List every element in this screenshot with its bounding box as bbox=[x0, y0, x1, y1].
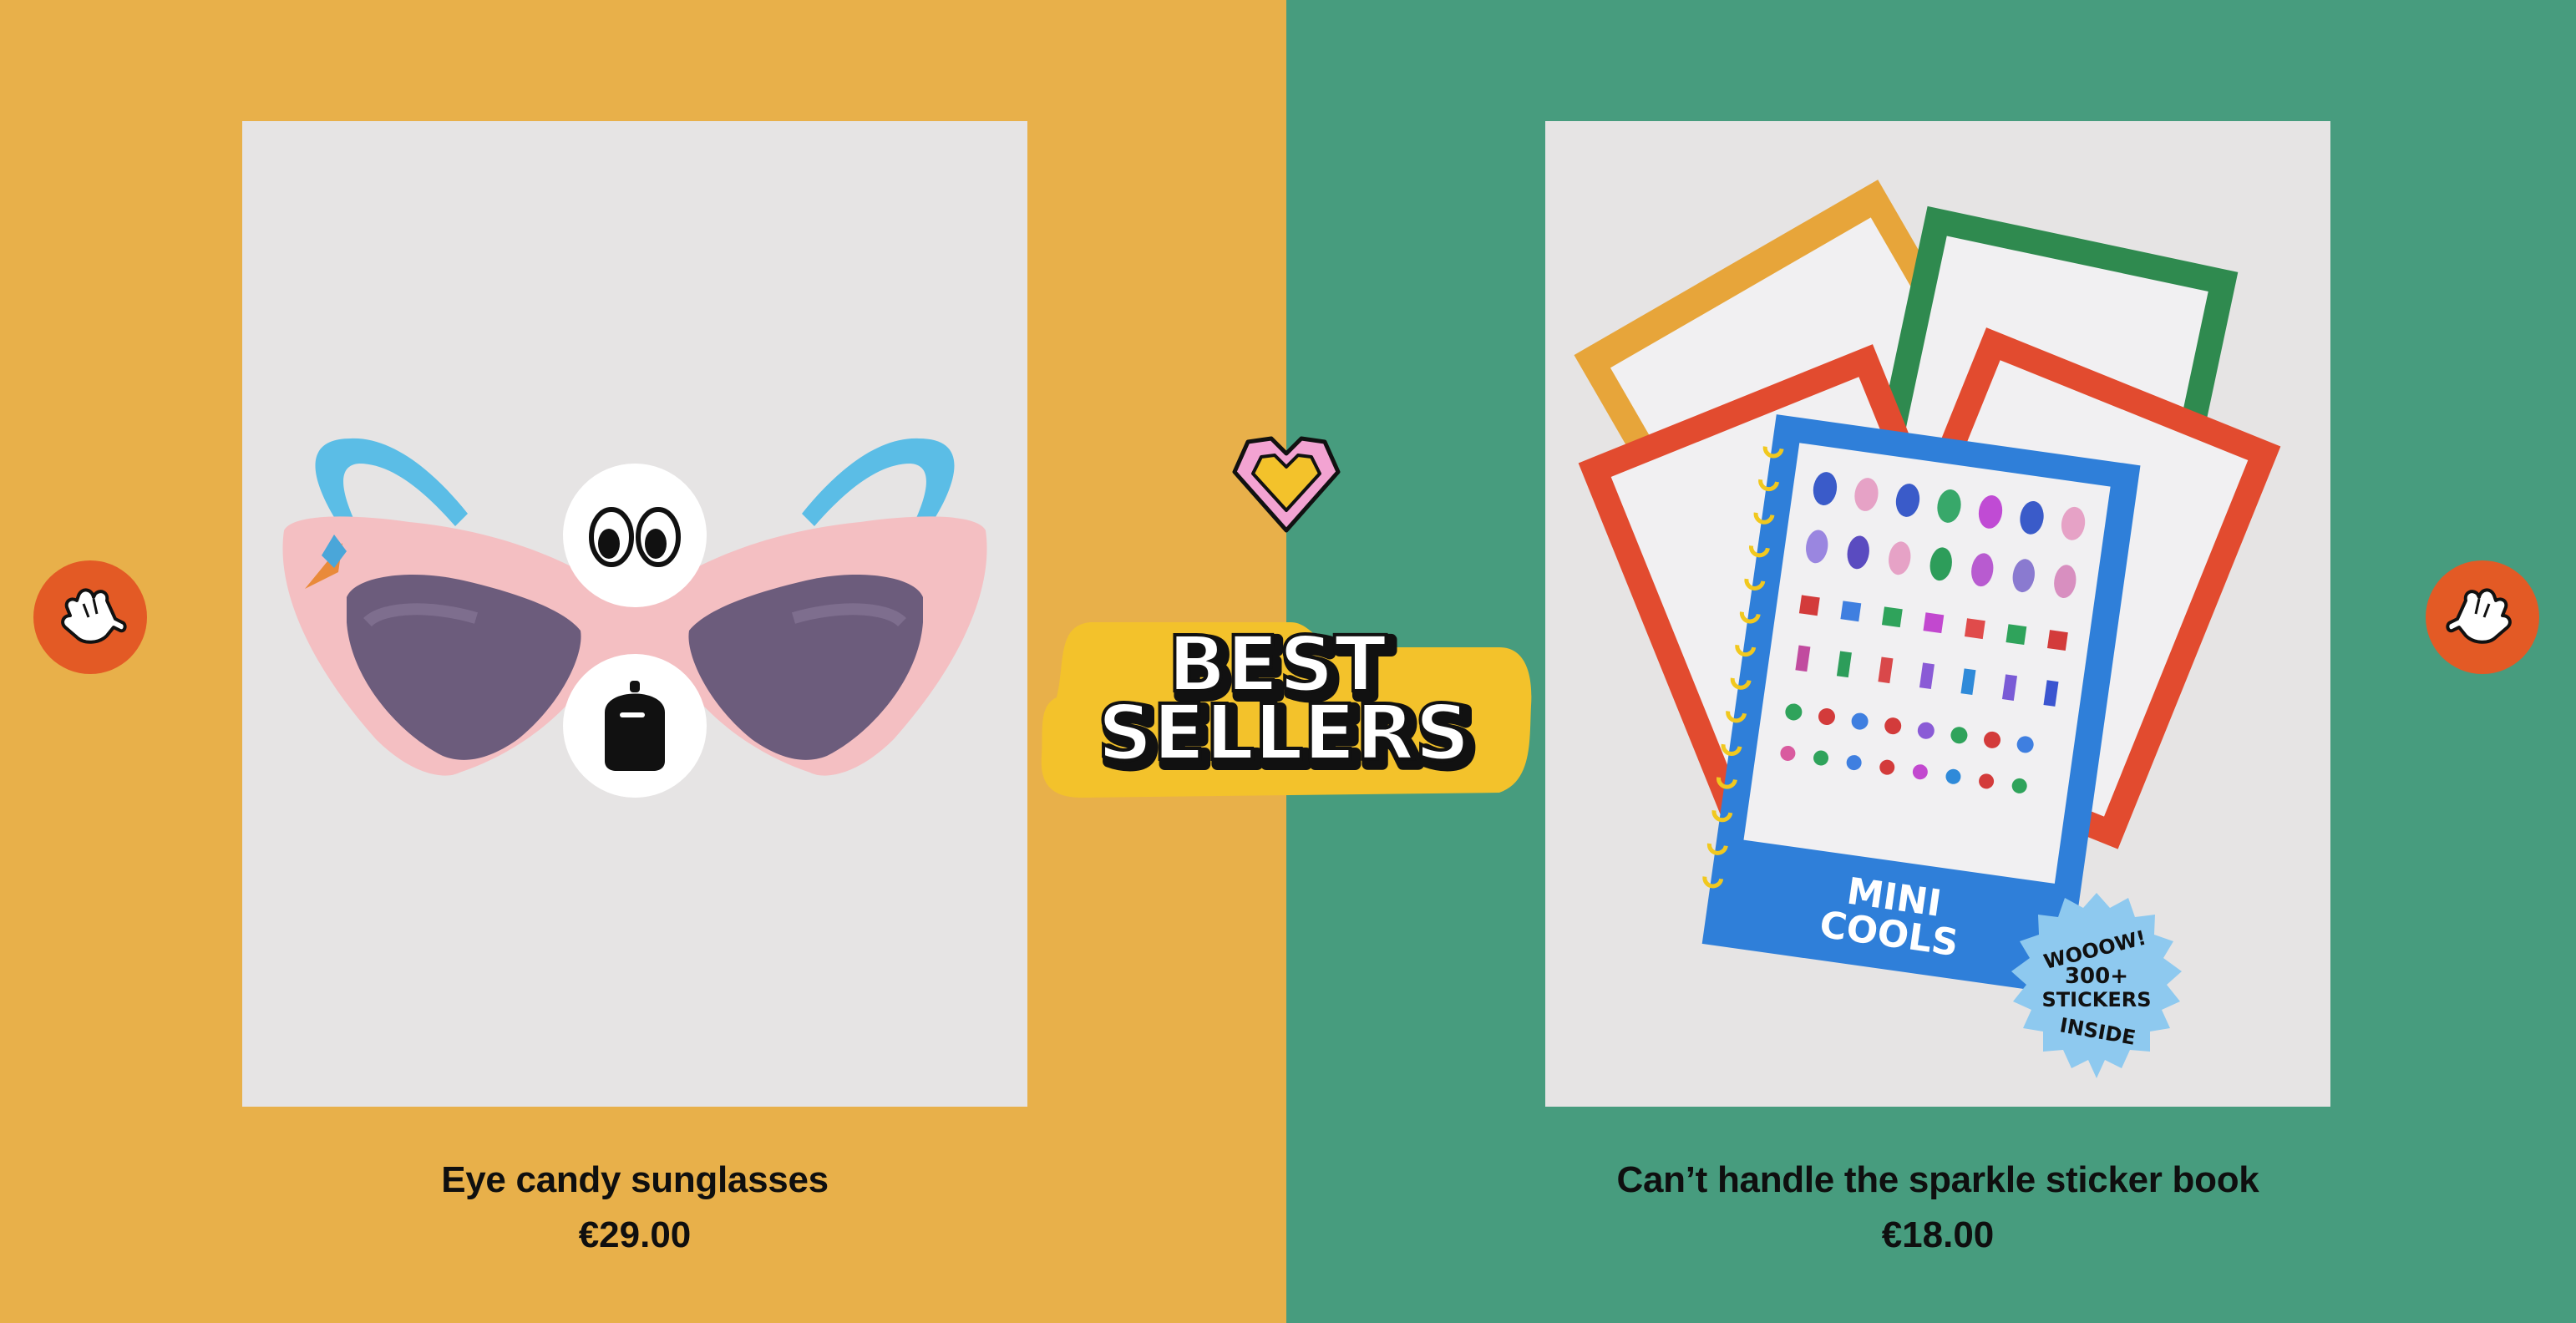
eyes-icon bbox=[563, 464, 707, 607]
product-title[interactable]: Eye candy sunglasses bbox=[217, 1159, 1052, 1201]
carousel-next-button[interactable] bbox=[2426, 560, 2539, 674]
product-price: €18.00 bbox=[1881, 1214, 1995, 1255]
stamp-line2: 300+ bbox=[2065, 964, 2128, 989]
carousel-prev-button[interactable] bbox=[33, 560, 147, 674]
product-image-sunglasses[interactable] bbox=[242, 121, 1027, 1107]
heart-gem-icon bbox=[1232, 436, 1341, 533]
product-image-sticker-book[interactable]: MINI COOLS WOOOW! 300+ STICKERS INSIDE bbox=[1545, 121, 2330, 1107]
best-sellers-badge: BEST BEST SELLERS SELLERS bbox=[1041, 618, 1532, 798]
product-title[interactable]: Can’t handle the sparkle sticker book bbox=[1520, 1159, 2355, 1201]
stickers-stamp-badge: WOOOW! 300+ STICKERS INSIDE bbox=[2011, 893, 2182, 1078]
product-price: €29.00 bbox=[578, 1214, 692, 1255]
sticker-book-illustration: MINI COOLS bbox=[1574, 180, 2281, 996]
sunglasses-illustration bbox=[282, 438, 987, 776]
heading-line2: SELLERS bbox=[1098, 688, 1470, 778]
glove-hand-icon bbox=[61, 588, 127, 644]
stamp-line3: STICKERS bbox=[2042, 988, 2152, 1011]
glove-hand-icon bbox=[2446, 588, 2512, 644]
backpack-icon bbox=[563, 654, 707, 798]
